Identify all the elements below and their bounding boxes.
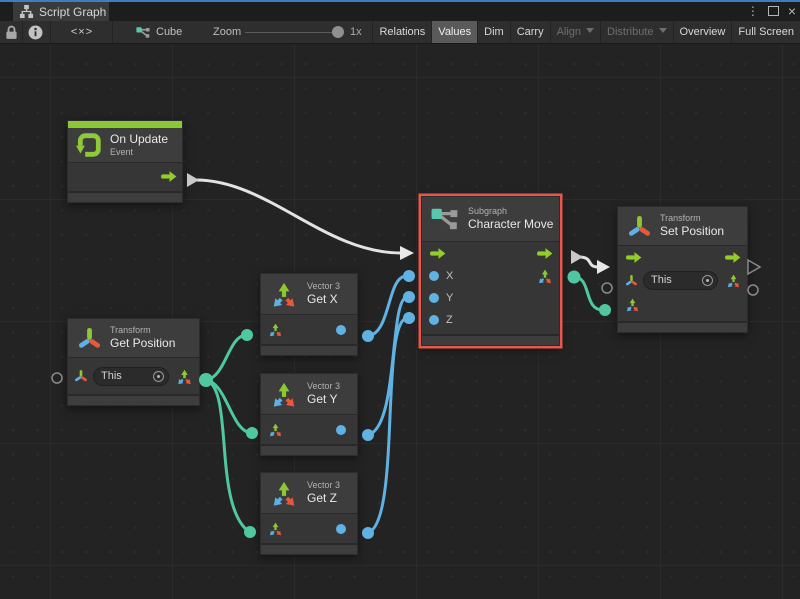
- node-get-x[interactable]: Vector 3 Get X: [260, 273, 358, 356]
- window-focus-line: [0, 0, 800, 2]
- float-output-port[interactable]: [336, 524, 346, 534]
- transform-input-port[interactable]: [625, 274, 638, 287]
- object-picker-icon[interactable]: [153, 371, 164, 382]
- tab-label: Script Graph: [39, 5, 106, 19]
- this-field-value: This: [101, 370, 153, 382]
- value-input-port-x[interactable]: [429, 271, 439, 281]
- script-graph-icon: [19, 4, 34, 19]
- window-tab-bar: Script Graph ⋮ ×: [0, 0, 800, 22]
- transform-input-port[interactable]: [74, 369, 88, 383]
- object-picker-icon[interactable]: [702, 275, 713, 286]
- node-subtitle: Vector 3: [307, 381, 340, 392]
- graph-toolbar: <×> Cube Zoom 1x Relations Values Dim Ca…: [0, 21, 800, 44]
- node-get-position[interactable]: Transform Get Position This: [67, 318, 200, 406]
- vector3-input-port[interactable]: [268, 521, 283, 536]
- node-subtitle: Subgraph: [468, 206, 553, 217]
- graph-owner-label: Cube: [156, 26, 182, 38]
- flow-output-port[interactable]: [536, 247, 553, 260]
- vector3-icon: [270, 280, 298, 308]
- float-output-port[interactable]: [336, 425, 346, 435]
- node-character-move[interactable]: Subgraph Character Move X Y Z: [421, 196, 560, 346]
- float-output-port[interactable]: [336, 325, 346, 335]
- zoom-slider-track[interactable]: [245, 32, 333, 33]
- vector3-output-port[interactable]: [537, 268, 553, 284]
- vector3-output-port[interactable]: [176, 368, 193, 385]
- node-set-position[interactable]: Transform Set Position This: [617, 206, 748, 333]
- node-title: On Update: [110, 132, 168, 147]
- value-input-port-y[interactable]: [429, 293, 439, 303]
- tab-script-graph[interactable]: Script Graph: [13, 2, 109, 21]
- node-subtitle: Vector 3: [307, 281, 340, 292]
- node-subtitle: Event: [110, 147, 168, 158]
- lock-icon[interactable]: [3, 24, 20, 41]
- this-object-field[interactable]: This: [643, 271, 718, 290]
- vector3-output-port[interactable]: [726, 273, 741, 288]
- node-get-z[interactable]: Vector 3 Get Z: [260, 472, 358, 555]
- info-icon[interactable]: [27, 24, 44, 41]
- node-subtitle: Vector 3: [307, 480, 340, 491]
- zoom-slider-knob[interactable]: [332, 26, 344, 38]
- transform-icon: [77, 326, 102, 351]
- fullscreen-button[interactable]: Full Screen: [731, 21, 800, 43]
- node-on-update[interactable]: On Update Event: [67, 120, 183, 203]
- node-title: Set Position: [660, 224, 724, 239]
- node-title: Get Z: [307, 491, 340, 506]
- graph-asset-icon: [136, 27, 150, 38]
- subgraph-icon: [431, 208, 458, 230]
- dim-button[interactable]: Dim: [477, 21, 510, 43]
- value-input-port-z[interactable]: [429, 315, 439, 325]
- zoom-value: 1x: [350, 21, 362, 43]
- event-color-bar: [68, 121, 182, 128]
- port-label-z: Z: [446, 314, 453, 326]
- vector3-icon: [270, 479, 298, 507]
- vector3-icon: [270, 380, 298, 408]
- vector3-input-port[interactable]: [625, 297, 640, 312]
- loop-event-icon: [76, 132, 102, 158]
- vector3-input-port[interactable]: [268, 422, 283, 437]
- window-maximize-icon[interactable]: [768, 6, 779, 16]
- flow-output-port[interactable]: [724, 251, 741, 264]
- window-menu-icon[interactable]: ⋮: [747, 2, 759, 20]
- node-subtitle: Transform: [660, 213, 724, 224]
- port-label-x: X: [446, 270, 453, 282]
- node-get-y[interactable]: Vector 3 Get Y: [260, 373, 358, 456]
- values-button[interactable]: Values: [431, 21, 477, 43]
- node-subtitle: Transform: [110, 325, 175, 336]
- graph-owner-breadcrumb[interactable]: Cube: [136, 21, 182, 43]
- carry-button[interactable]: Carry: [510, 21, 550, 43]
- overview-button[interactable]: Overview: [673, 21, 732, 43]
- relations-button[interactable]: Relations: [372, 21, 431, 43]
- flow-input-port[interactable]: [625, 251, 642, 264]
- align-button[interactable]: Align: [550, 21, 600, 43]
- flow-output-port[interactable]: [160, 170, 177, 183]
- vector3-input-port[interactable]: [268, 322, 283, 337]
- port-label-y: Y: [446, 292, 453, 304]
- distribute-button[interactable]: Distribute: [600, 21, 672, 43]
- transform-icon: [627, 214, 652, 239]
- window-close-icon[interactable]: ×: [788, 2, 796, 20]
- node-title: Get Y: [307, 392, 340, 407]
- this-field-value: This: [651, 274, 702, 286]
- node-title: Get X: [307, 292, 340, 307]
- node-title: Get Position: [110, 336, 175, 351]
- zoom-label: Zoom: [213, 21, 241, 43]
- this-object-field[interactable]: This: [93, 367, 169, 386]
- toolbar-buttons: Relations Values Dim Carry Align Distrib…: [372, 21, 800, 43]
- code-preview-button[interactable]: <×>: [60, 21, 104, 43]
- flow-input-port[interactable]: [429, 247, 446, 260]
- node-title: Character Move: [468, 217, 553, 232]
